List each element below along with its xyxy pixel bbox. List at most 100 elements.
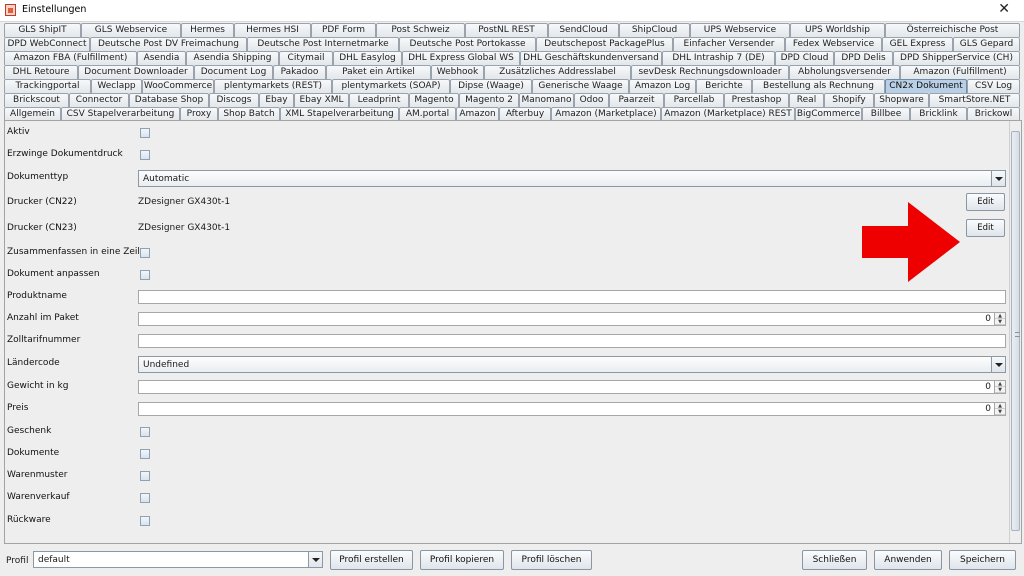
tab-deutsche-post-portokasse[interactable]: Deutsche Post Portokasse xyxy=(399,37,536,51)
close-icon[interactable]: ✕ xyxy=(998,1,1010,17)
tab-brickscout[interactable]: Brickscout xyxy=(4,93,69,107)
tab-gls-gepard[interactable]: GLS Gepard xyxy=(953,37,1020,51)
tab-bigcommerce[interactable]: BigCommerce xyxy=(795,107,862,121)
profil-select[interactable]: default xyxy=(33,551,323,568)
preis-stepper[interactable]: 0 ▲ ▼ xyxy=(138,402,1006,416)
tab-dpd-webconnect[interactable]: DPD WebConnect xyxy=(4,37,90,51)
tab-sendcloud[interactable]: SendCloud xyxy=(548,23,619,37)
tab-real[interactable]: Real xyxy=(789,93,824,107)
scrollbar-thumb[interactable] xyxy=(1011,131,1020,531)
tab-dhl-easylog[interactable]: DHL Easylog xyxy=(333,51,402,65)
tab-gls-webservice[interactable]: GLS Webservice xyxy=(81,23,181,37)
tab-amazon-fba-fulfillment[interactable]: Amazon FBA (Fulfillment) xyxy=(4,51,137,65)
chevron-down-icon[interactable] xyxy=(991,171,1005,186)
profil-loeschen-button[interactable]: Profil löschen xyxy=(511,550,592,570)
tab-post-schweiz[interactable]: Post Schweiz xyxy=(376,23,465,37)
tab-dpd-delis[interactable]: DPD Delis xyxy=(834,51,893,65)
warenmuster-checkbox[interactable] xyxy=(140,471,150,481)
stepper-buttons[interactable]: ▲ ▼ xyxy=(994,381,1005,393)
tab-weclapp[interactable]: Weclapp xyxy=(91,79,142,93)
tab-magento[interactable]: Magento xyxy=(409,93,459,107)
tab-sevdesk-rechnungsdownloader[interactable]: sevDesk Rechnungsdownloader xyxy=(631,65,789,79)
tab-leadprint[interactable]: Leadprint xyxy=(349,93,409,107)
tab-shipcloud[interactable]: ShipCloud xyxy=(619,23,690,37)
tab-citymail[interactable]: Citymail xyxy=(279,51,333,65)
tab-paket-ein-artikel[interactable]: Paket ein Artikel xyxy=(326,65,431,79)
profil-kopieren-button[interactable]: Profil kopieren xyxy=(420,550,504,570)
tab-cn2x-dokument[interactable]: CN2x Dokument xyxy=(885,79,967,93)
tab-dhl-retoure[interactable]: DHL Retoure xyxy=(4,65,78,79)
tab-gel-express[interactable]: GEL Express xyxy=(882,37,953,51)
tab-afterbuy[interactable]: Afterbuy xyxy=(499,107,551,121)
tab-dpd-cloud[interactable]: DPD Cloud xyxy=(775,51,834,65)
tab-connector[interactable]: Connector xyxy=(69,93,129,107)
stepper-down-icon[interactable]: ▼ xyxy=(995,319,1005,325)
anwenden-button[interactable]: Anwenden xyxy=(874,550,942,570)
tab-magento-2[interactable]: Magento 2 xyxy=(459,93,519,107)
stepper-down-icon[interactable]: ▼ xyxy=(995,409,1005,415)
tab-dhl-intraship-7-de[interactable]: DHL Intraship 7 (DE) xyxy=(662,51,775,65)
tab-hermes[interactable]: Hermes xyxy=(181,23,234,37)
tab-amazon[interactable]: Amazon xyxy=(456,107,499,121)
zolltarif-input[interactable] xyxy=(138,334,1006,348)
tab-xml-stapelverarbeitung[interactable]: XML Stapelverarbeitung xyxy=(280,107,399,121)
tab-bestellung-als-rechnung[interactable]: Bestellung als Rechnung xyxy=(752,79,885,93)
tab-bricklink[interactable]: Bricklink xyxy=(910,107,967,121)
dokumente-checkbox[interactable] xyxy=(140,449,150,459)
tab-dpd-shipperservice-ch[interactable]: DPD ShipperService (CH) xyxy=(893,51,1020,65)
zusammenfassen-checkbox[interactable] xyxy=(140,248,150,258)
tab-ebay-xml[interactable]: Ebay XML xyxy=(294,93,349,107)
tab-csv-log[interactable]: CSV Log xyxy=(967,79,1020,93)
tab-amazon-log[interactable]: Amazon Log xyxy=(629,79,696,93)
tab-ups-worldship[interactable]: UPS Worldship xyxy=(790,23,885,37)
schliessen-button[interactable]: Schließen xyxy=(802,550,867,570)
anpassen-checkbox[interactable] xyxy=(140,270,150,280)
tab-deutschepost-packageplus[interactable]: Deutschepost PackagePlus xyxy=(536,37,673,51)
tab-deutsche-post-internetmarke[interactable]: Deutsche Post Internetmarke xyxy=(247,37,399,51)
tab-webhook[interactable]: Webhook xyxy=(431,65,484,79)
stepper-buttons[interactable]: ▲ ▼ xyxy=(994,313,1005,325)
gewicht-stepper[interactable]: 0 ▲ ▼ xyxy=(138,380,1006,394)
tab-prestashop[interactable]: Prestashop xyxy=(724,93,789,107)
tab-pdf-form[interactable]: PDF Form xyxy=(311,23,376,37)
tab-generische-waage[interactable]: Generische Waage xyxy=(532,79,629,93)
tab-allgemein[interactable]: Allgemein xyxy=(4,107,61,121)
tab-postnl-rest[interactable]: PostNL REST xyxy=(465,23,548,37)
erzwinge-checkbox[interactable] xyxy=(140,150,150,160)
tab-manomano[interactable]: Manomano xyxy=(519,93,574,107)
aktiv-checkbox[interactable] xyxy=(140,128,150,138)
tab-deutsche-post-dv-freimachung[interactable]: Deutsche Post DV Freimachung xyxy=(90,37,247,51)
tab-fedex-webservice[interactable]: Fedex Webservice xyxy=(785,37,882,51)
tab-ups-webservice[interactable]: UPS Webservice xyxy=(690,23,790,37)
tab-document-downloader[interactable]: Document Downloader xyxy=(78,65,194,79)
edit-cn23-button[interactable]: Edit xyxy=(966,219,1005,237)
chevron-down-icon[interactable] xyxy=(308,552,322,567)
tab-plentymarkets-soap[interactable]: plentymarkets (SOAP) xyxy=(332,79,450,93)
tab-gls-shipit[interactable]: GLS ShipIT xyxy=(4,23,81,37)
tab-shopware[interactable]: Shopware xyxy=(874,93,929,107)
tab-amazon-marketplace[interactable]: Amazon (Marketplace) xyxy=(551,107,661,121)
tab-proxy[interactable]: Proxy xyxy=(180,107,218,121)
tab-shop-batch[interactable]: Shop Batch xyxy=(218,107,280,121)
tab-pakadoo[interactable]: Pakadoo xyxy=(273,65,326,79)
stepper-buttons[interactable]: ▲ ▼ xyxy=(994,403,1005,415)
tab-berichte[interactable]: Berichte xyxy=(696,79,752,93)
geschenk-checkbox[interactable] xyxy=(140,427,150,437)
tab-abholungsversender[interactable]: Abholungsversender xyxy=(789,65,900,79)
tab-discogs[interactable]: Discogs xyxy=(209,93,259,107)
produktname-input[interactable] xyxy=(138,290,1006,304)
tab-csv-stapelverarbeitung[interactable]: CSV Stapelverarbeitung xyxy=(61,107,180,121)
anzahl-stepper[interactable]: 0 ▲ ▼ xyxy=(138,312,1006,326)
tab-dhl-express-global-ws[interactable]: DHL Express Global WS xyxy=(402,51,520,65)
laendercode-select[interactable]: Undefined xyxy=(138,356,1006,373)
tab-brickowl[interactable]: Brickowl xyxy=(967,107,1020,121)
tab-parcellab[interactable]: Parcellab xyxy=(664,93,724,107)
tab-document-log[interactable]: Document Log xyxy=(194,65,273,79)
chevron-down-icon[interactable] xyxy=(991,357,1005,372)
vertical-scrollbar[interactable] xyxy=(1009,121,1021,543)
tab-trackingportal[interactable]: Trackingportal xyxy=(4,79,91,93)
speichern-button[interactable]: Speichern xyxy=(949,550,1016,570)
tab-database-shop[interactable]: Database Shop xyxy=(129,93,209,107)
stepper-down-icon[interactable]: ▼ xyxy=(995,387,1005,393)
warenverkauf-checkbox[interactable] xyxy=(140,493,150,503)
